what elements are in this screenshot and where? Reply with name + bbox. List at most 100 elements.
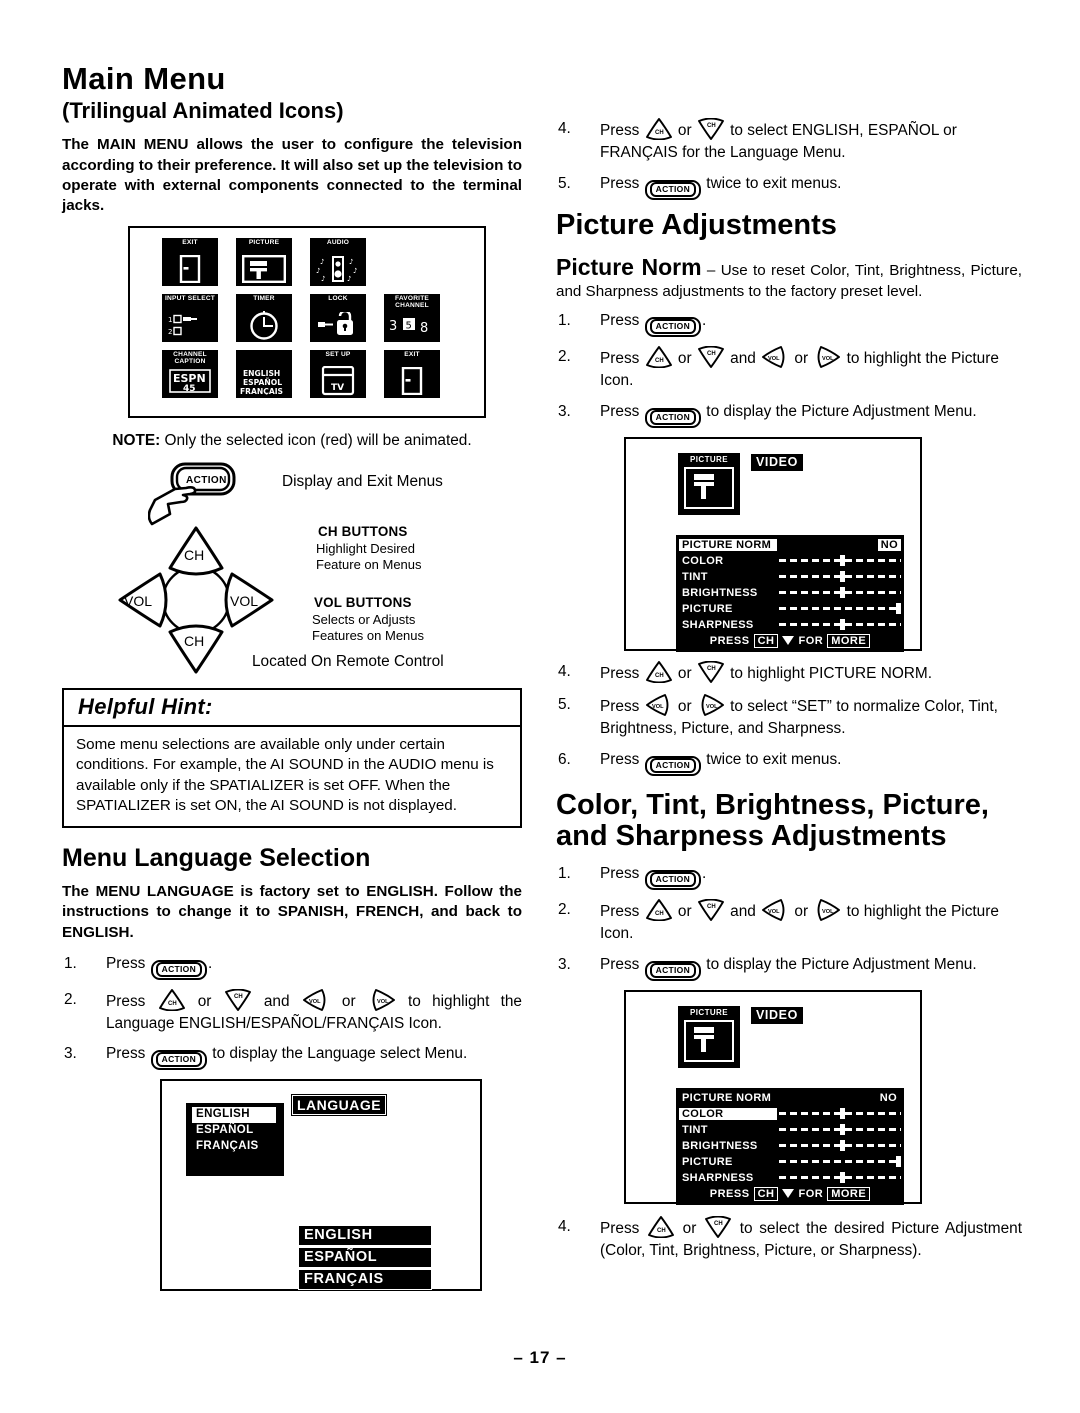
menu-icon-favorite-channel[interactable]: FAVORITE CHANNEL 3 5 8 bbox=[384, 294, 440, 343]
osd-row-tint[interactable]: TINT bbox=[679, 1122, 901, 1138]
svg-text:♪: ♪ bbox=[349, 258, 353, 266]
osd-slider[interactable] bbox=[779, 1140, 901, 1152]
action-button-glyph[interactable]: ACTION bbox=[644, 960, 702, 981]
step-number: 5. bbox=[558, 174, 571, 192]
ch-up-arrow-icon[interactable]: CH bbox=[645, 346, 672, 369]
ch-down-arrow-icon[interactable]: CH bbox=[224, 988, 251, 1011]
osd-slider[interactable] bbox=[779, 619, 901, 631]
ch-up-arrow-icon[interactable]: CH bbox=[645, 661, 672, 683]
svg-text:CH: CH bbox=[655, 130, 664, 136]
vol-left-arrow-icon[interactable]: VOL bbox=[645, 693, 672, 716]
action-button-glyph[interactable]: ACTION bbox=[644, 755, 702, 776]
ch-down-arrow-icon[interactable]: CH bbox=[697, 346, 724, 369]
osd-value: NO bbox=[877, 538, 901, 551]
note-text: Only the selected icon (red) will be ani… bbox=[160, 432, 472, 450]
menu-icon-label: PICTURE bbox=[248, 239, 280, 247]
svg-text:♪: ♪ bbox=[321, 275, 325, 283]
vol-right-arrow-icon[interactable]: VOL bbox=[814, 346, 841, 369]
picture-norm-steps-continued: 4. Press CH or CH to highlight PICTURE NO… bbox=[556, 660, 1022, 776]
ch-up-arrow-icon[interactable]: CH bbox=[648, 1215, 674, 1238]
osd-label: COLOR bbox=[682, 554, 724, 567]
osd-row-sharpness[interactable]: SHARPNESS bbox=[679, 1170, 901, 1186]
helpful-hint-body: Some menu selections are available only … bbox=[76, 736, 494, 814]
osd-row-picture-norm[interactable]: PICTURE NORM NO bbox=[679, 537, 901, 553]
osd-row-sharpness[interactable]: SHARPNESS bbox=[679, 617, 901, 633]
ch-down-arrow-icon[interactable]: CH bbox=[697, 899, 724, 922]
menu-icon-language[interactable]: ENGLISH ESPAÑOL FRANÇAIS bbox=[236, 350, 292, 399]
language-option-francais[interactable]: FRANÇAIS bbox=[192, 1139, 276, 1155]
vol-right-arrow-icon[interactable]: VOL bbox=[698, 693, 724, 716]
action-button-label: ACTION bbox=[649, 872, 697, 888]
action-button-glyph[interactable]: ACTION bbox=[644, 317, 702, 338]
chevron-down-icon bbox=[782, 636, 795, 646]
language-option-espanol[interactable]: ESPAÑOL bbox=[192, 1123, 276, 1139]
svg-text:♪: ♪ bbox=[347, 275, 351, 283]
vol-right-arrow-icon[interactable]: VOL bbox=[369, 988, 395, 1011]
osd-slider[interactable] bbox=[779, 587, 901, 599]
action-button-glyph[interactable]: ACTION bbox=[150, 1050, 208, 1071]
vol-right-arrow-icon[interactable]: VOL bbox=[814, 899, 841, 922]
menu-icon-input-select[interactable]: INPUT SELECT 1 2 bbox=[162, 294, 218, 343]
osd-slider[interactable] bbox=[779, 1108, 901, 1120]
svg-text:45: 45 bbox=[183, 384, 196, 393]
action-button-glyph[interactable]: ACTION bbox=[644, 179, 702, 200]
ch-up-arrow-icon[interactable]: CH bbox=[645, 899, 672, 922]
picture-norm-lead: Picture Norm bbox=[556, 253, 702, 280]
osd-row-picture[interactable]: PICTURE bbox=[679, 601, 902, 617]
action-button-glyph[interactable]: ACTION bbox=[644, 870, 702, 891]
osd-label: COLOR bbox=[679, 1107, 777, 1120]
menu-icon-lock[interactable]: LOCK bbox=[310, 294, 366, 343]
osd-slider[interactable] bbox=[779, 555, 901, 567]
action-button-label: ACTION bbox=[649, 181, 697, 197]
ch-down-arrow-icon[interactable]: CH bbox=[697, 118, 724, 140]
svg-text:VOL: VOL bbox=[652, 704, 664, 710]
ch-down-arrow-icon[interactable]: CH bbox=[697, 660, 724, 683]
ch-up-arrow-icon[interactable]: CH bbox=[158, 988, 185, 1011]
vol-left-arrow-icon[interactable]: VOL bbox=[762, 899, 788, 922]
menu-icon-picture[interactable]: PICTURE bbox=[236, 238, 292, 287]
menu-icon-audio[interactable]: AUDIO ♪ ♪ ♪ ♪ ♪ ♪ bbox=[310, 238, 366, 287]
ch-down-arrow-icon[interactable]: CH bbox=[705, 1215, 731, 1238]
chevron-down-icon bbox=[782, 1189, 795, 1199]
menu-icon-label: FAVORITE CHANNEL bbox=[394, 295, 430, 310]
osd-row-color[interactable]: COLOR bbox=[679, 1106, 901, 1122]
osd-slider[interactable] bbox=[779, 1124, 901, 1136]
video-tag: VIDEO bbox=[750, 452, 804, 472]
vol-left-arrow-icon[interactable]: VOL bbox=[302, 988, 329, 1011]
menu-icon-exit-2[interactable]: EXIT bbox=[384, 350, 440, 399]
osd-row-brightness[interactable]: BRIGHTNESS bbox=[679, 1138, 901, 1154]
osd-row-brightness[interactable]: BRIGHTNESS bbox=[679, 585, 901, 601]
picture-adjustment-osd: PICTURE NORM NO COLOR TINT BRIGHTNESS PI… bbox=[676, 1087, 904, 1205]
door-icon bbox=[384, 366, 440, 396]
osd-slider[interactable] bbox=[779, 603, 902, 615]
action-button-label: ACTION bbox=[649, 757, 697, 773]
language-banner-espanol: ESPAÑOL bbox=[298, 1247, 432, 1269]
step-item: 2. Press CH or CH and VOL or VOL to highl… bbox=[558, 899, 999, 943]
svg-text:CH: CH bbox=[168, 1001, 177, 1007]
osd-row-tint[interactable]: TINT bbox=[679, 569, 901, 585]
step-number: 1. bbox=[558, 312, 571, 330]
osd-spacer bbox=[779, 1092, 880, 1103]
osd-slider[interactable] bbox=[779, 571, 901, 583]
osd-row-picture-norm[interactable]: PICTURE NORM NO bbox=[679, 1090, 901, 1106]
language-option-english[interactable]: ENGLISH bbox=[192, 1107, 276, 1124]
action-button-glyph[interactable]: ACTION bbox=[644, 408, 702, 428]
osd-row-picture[interactable]: PICTURE bbox=[679, 1154, 902, 1170]
menu-icon-exit[interactable]: EXIT bbox=[162, 238, 218, 287]
ch-up-arrow-icon[interactable]: CH bbox=[645, 118, 672, 140]
osd-slider[interactable] bbox=[779, 1172, 901, 1184]
osd-row-color[interactable]: COLOR bbox=[679, 553, 901, 569]
vol-left-arrow-icon[interactable]: VOL bbox=[762, 346, 788, 369]
menu-icon-timer[interactable]: TIMER bbox=[236, 294, 292, 343]
action-button-glyph[interactable]: ACTION bbox=[150, 959, 208, 980]
menu-icon-channel-caption[interactable]: CHANNEL CAPTION ESPN 45 bbox=[162, 350, 218, 399]
menu-icon-set-up[interactable]: SET UP TV bbox=[310, 350, 366, 399]
step-item: 2. Press CH or CH and VOL or VOL to highl… bbox=[558, 346, 999, 390]
svg-text:CH: CH bbox=[655, 911, 664, 917]
menu-icon-label: EXIT bbox=[404, 351, 420, 359]
svg-text:CH: CH bbox=[707, 904, 716, 910]
padlock-key-icon bbox=[310, 310, 366, 340]
step-post: . bbox=[702, 865, 707, 883]
osd-slider[interactable] bbox=[779, 1156, 902, 1168]
language-icon: ENGLISH ESPAÑOL FRANÇAIS bbox=[236, 366, 292, 396]
